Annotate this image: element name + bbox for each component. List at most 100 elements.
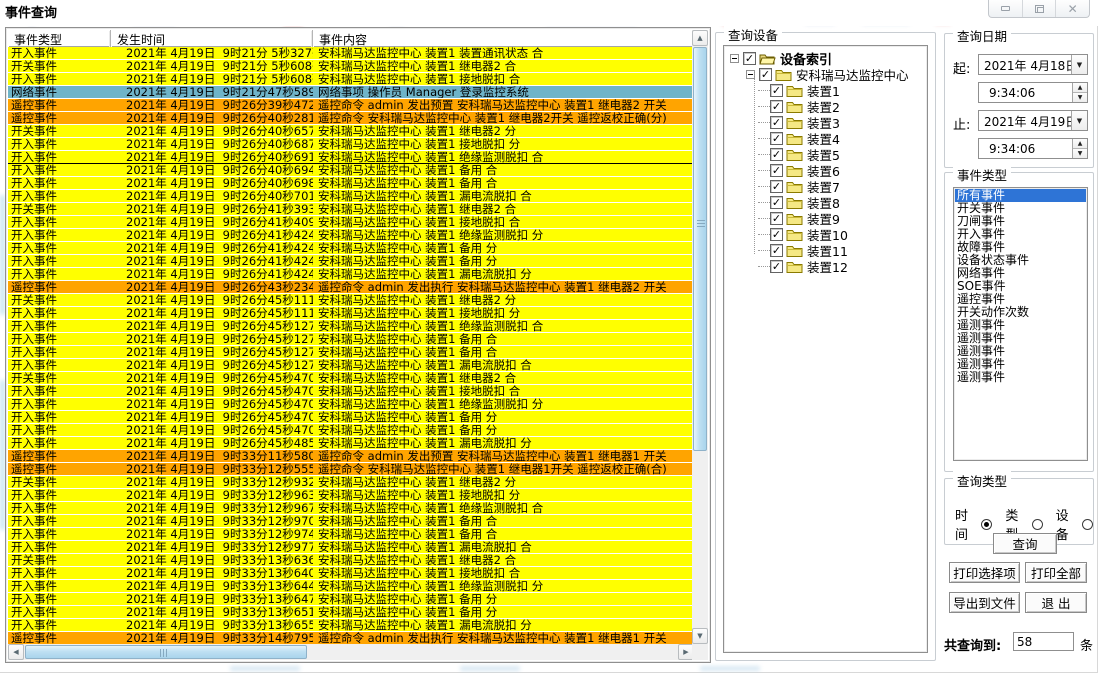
spin-up-icon[interactable]: ▲ (1073, 83, 1087, 93)
table-row[interactable]: 开入事件2021年 4月19日 9时26分41秒424毫秒安科瑞马达监控中心 装… (8, 255, 694, 268)
table-row[interactable]: 遥控事件2021年 4月19日 9时33分11秒580毫秒遥控命令 admin … (8, 450, 694, 463)
scroll-up-button[interactable]: ▲ (692, 30, 708, 46)
tree-node-label[interactable]: 装置12 (807, 257, 848, 276)
tree-checkbox[interactable]: ✓ (770, 148, 783, 161)
table-row[interactable]: 开入事件2021年 4月19日 9时26分45秒470毫秒安科瑞马达监控中心 装… (8, 411, 694, 424)
chevron-down-icon[interactable]: ▼ (1071, 55, 1087, 74)
event-content-cell: 安科瑞马达监控中心 装置1 漏电流脱扣 合 (313, 541, 694, 553)
tree-checkbox[interactable]: ✓ (770, 244, 783, 257)
spin-down-icon[interactable]: ▼ (1073, 93, 1087, 102)
tree-checkbox[interactable]: ✓ (770, 84, 783, 97)
table-row[interactable]: 网络事件2021年 4月19日 9时21分47秒589毫秒网络事项 操作员 Ma… (8, 86, 694, 99)
tree-expander-icon[interactable] (730, 54, 739, 63)
tree-checkbox[interactable]: ✓ (770, 164, 783, 177)
table-row[interactable]: 开入事件2021年 4月19日 9时26分45秒127毫秒安科瑞马达监控中心 装… (8, 346, 694, 359)
table-row[interactable]: 开入事件2021年 4月19日 9时26分41秒409毫秒安科瑞马达监控中心 装… (8, 216, 694, 229)
minimize-button[interactable] (989, 0, 1023, 17)
spin-down-icon[interactable]: ▼ (1073, 149, 1087, 158)
horizontal-scrollbar-thumb[interactable] (25, 645, 307, 659)
tree-checkbox[interactable]: ✓ (770, 228, 783, 241)
table-row[interactable]: 开入事件2021年 4月19日 9时33分12秒970毫秒安科瑞马达监控中心 装… (8, 515, 694, 528)
table-row[interactable]: 开入事件2021年 4月19日 9时26分41秒424毫秒安科瑞马达监控中心 装… (8, 268, 694, 281)
close-button[interactable]: ✕ (1056, 0, 1089, 17)
table-row[interactable]: 开入事件2021年 4月19日 9时26分45秒470毫秒安科瑞马达监控中心 装… (8, 424, 694, 437)
query-type-option-3[interactable]: 设备 (1056, 505, 1093, 543)
table-row[interactable]: 开关事件2021年 4月19日 9时26分41秒393毫秒安科瑞马达监控中心 装… (8, 203, 694, 216)
table-row[interactable]: 开关事件2021年 4月19日 9时33分13秒636毫秒安科瑞马达监控中心 装… (8, 554, 694, 567)
table-row[interactable]: 开入事件2021年 4月19日 9时33分12秒967毫秒安科瑞马达监控中心 装… (8, 502, 694, 515)
table-row[interactable]: 开入事件2021年 4月19日 9时26分40秒701毫秒安科瑞马达监控中心 装… (8, 190, 694, 203)
event-time-cell: 2021年 4月19日 9时26分40秒694毫秒 (111, 164, 313, 176)
event-content-cell: 安科瑞马达监控中心 装置1 漏电流脱扣 分 (313, 619, 694, 631)
table-row[interactable]: 开关事件2021年 4月19日 9时26分45秒470毫秒安科瑞马达监控中心 装… (8, 372, 694, 385)
table-row[interactable]: 开关事件2021年 4月19日 9时33分12秒932毫秒安科瑞马达监控中心 装… (8, 476, 694, 489)
table-row[interactable]: 开入事件2021年 4月19日 9时33分13秒644毫秒安科瑞马达监控中心 装… (8, 580, 694, 593)
exit-button[interactable]: 退 出 (1025, 592, 1087, 613)
table-row[interactable]: 开入事件2021年 4月19日 9时26分41秒424毫秒安科瑞马达监控中心 装… (8, 242, 694, 255)
tree-checkbox[interactable]: ✓ (770, 260, 783, 273)
table-row[interactable]: 开入事件2021年 4月19日 9时26分45秒127毫秒安科瑞马达监控中心 装… (8, 320, 694, 333)
result-count-field[interactable]: 58 (1013, 632, 1074, 651)
table-row[interactable]: 开入事件2021年 4月19日 9时33分13秒647毫秒安科瑞马达监控中心 装… (8, 593, 694, 606)
radio-button[interactable] (1082, 519, 1093, 530)
table-row[interactable]: 开入事件2021年 4月19日 9时26分45秒470毫秒安科瑞马达监控中心 装… (8, 398, 694, 411)
scroll-left-button[interactable]: ◀ (8, 644, 24, 660)
table-row[interactable]: 开关事件2021年 4月19日 9时21分 5秒608毫秒安科瑞马达监控中心 装… (8, 60, 694, 73)
table-row[interactable]: 开入事件2021年 4月19日 9时26分40秒687毫秒安科瑞马达监控中心 装… (8, 138, 694, 151)
table-row[interactable]: 遥控事件2021年 4月19日 9时26分43秒234毫秒遥控命令 admin … (8, 281, 694, 294)
table-row[interactable]: 开入事件2021年 4月19日 9时21分 5秒327毫秒安科瑞马达监控中心 装… (8, 47, 694, 60)
table-row[interactable]: 开入事件2021年 4月19日 9时33分12秒974毫秒安科瑞马达监控中心 装… (8, 528, 694, 541)
column-header-3[interactable]: 事件内容 (313, 30, 708, 47)
table-row[interactable]: 开入事件2021年 4月19日 9时33分13秒655毫秒安科瑞马达监控中心 装… (8, 619, 694, 632)
tree-checkbox[interactable]: ✓ (770, 196, 783, 209)
table-row[interactable]: 遥控事件2021年 4月19日 9时33分14秒795毫秒遥控命令 admin … (8, 632, 694, 644)
maximize-button[interactable] (1023, 0, 1057, 17)
chevron-down-icon[interactable]: ▼ (1071, 111, 1087, 130)
table-row[interactable]: 遥控事件2021年 4月19日 9时26分39秒472毫秒遥控命令 admin … (8, 99, 694, 112)
table-row[interactable]: 开入事件2021年 4月19日 9时26分45秒485毫秒安科瑞马达监控中心 装… (8, 437, 694, 450)
tree-checkbox[interactable]: ✓ (770, 116, 783, 129)
column-header-1[interactable]: 事件类型 (8, 30, 111, 47)
table-row[interactable]: 开入事件2021年 4月19日 9时33分12秒963毫秒安科瑞马达监控中心 装… (8, 489, 694, 502)
print-selected-button[interactable]: 打印选择项 (949, 562, 1020, 583)
query-type-option-1[interactable]: 时间 (955, 505, 992, 543)
print-all-button[interactable]: 打印全部 (1025, 562, 1087, 583)
tree-checkbox[interactable]: ✓ (770, 212, 783, 225)
tree-checkbox[interactable]: ✓ (759, 68, 772, 81)
radio-button[interactable] (981, 519, 992, 530)
table-row[interactable]: 开入事件2021年 4月19日 9时33分12秒977毫秒安科瑞马达监控中心 装… (8, 541, 694, 554)
end-date-select[interactable]: 2021年 4月19日 ▼ (978, 110, 1088, 131)
end-time-input[interactable]: 9:34:06 ▲▼ (978, 138, 1088, 159)
table-row[interactable]: 开关事件2021年 4月19日 9时26分45秒111毫秒安科瑞马达监控中心 装… (8, 294, 694, 307)
table-row[interactable]: 开入事件2021年 4月19日 9时26分45秒127毫秒安科瑞马达监控中心 装… (8, 333, 694, 346)
table-row[interactable]: 开入事件2021年 4月19日 9时26分40秒691毫秒安科瑞马达监控中心 装… (8, 151, 694, 164)
table-row[interactable]: 开入事件2021年 4月19日 9时26分40秒698毫秒安科瑞马达监控中心 装… (8, 177, 694, 190)
scroll-down-button[interactable]: ▼ (692, 628, 708, 644)
table-row[interactable]: 开入事件2021年 4月19日 9时26分45秒111毫秒安科瑞马达监控中心 装… (8, 307, 694, 320)
column-header-2[interactable]: 发生时间 (111, 30, 313, 47)
horizontal-scrollbar[interactable]: ◀ ▶ (8, 644, 694, 660)
query-button[interactable]: 查询 (993, 533, 1057, 554)
export-to-file-button[interactable]: 导出到文件 (949, 592, 1020, 613)
table-row[interactable]: 开关事件2021年 4月19日 9时26分40秒657毫秒安科瑞马达监控中心 装… (8, 125, 694, 138)
spin-up-icon[interactable]: ▲ (1073, 139, 1087, 149)
table-row[interactable]: 开入事件2021年 4月19日 9时26分40秒694毫秒安科瑞马达监控中心 装… (8, 164, 694, 177)
tree-checkbox[interactable]: ✓ (770, 100, 783, 113)
vertical-scrollbar[interactable]: ▲ ▼ (692, 30, 708, 644)
table-row[interactable]: 开入事件2021年 4月19日 9时21分 5秒608毫秒安科瑞马达监控中心 装… (8, 73, 694, 86)
table-row[interactable]: 开入事件2021年 4月19日 9时26分41秒424毫秒安科瑞马达监控中心 装… (8, 229, 694, 242)
table-row[interactable]: 遥控事件2021年 4月19日 9时33分12秒555毫秒遥控命令 安科瑞马达监… (8, 463, 694, 476)
table-row[interactable]: 开入事件2021年 4月19日 9时33分13秒651毫秒安科瑞马达监控中心 装… (8, 606, 694, 619)
event-type-option[interactable]: 遥测事件 (955, 371, 1086, 384)
table-row[interactable]: 开入事件2021年 4月19日 9时26分45秒127毫秒安科瑞马达监控中心 装… (8, 359, 694, 372)
radio-button[interactable] (1032, 519, 1043, 530)
start-date-select[interactable]: 2021年 4月18日 ▼ (978, 54, 1088, 75)
vertical-scrollbar-thumb[interactable] (693, 47, 707, 451)
tree-checkbox[interactable]: ✓ (770, 132, 783, 145)
tree-checkbox[interactable]: ✓ (770, 180, 783, 193)
table-row[interactable]: 开入事件2021年 4月19日 9时33分13秒640毫秒安科瑞马达监控中心 装… (8, 567, 694, 580)
tree-checkbox[interactable]: ✓ (743, 52, 756, 65)
table-row[interactable]: 开入事件2021年 4月19日 9时26分45秒470毫秒安科瑞马达监控中心 装… (8, 385, 694, 398)
table-row[interactable]: 遥控事件2021年 4月19日 9时26分40秒281毫秒遥控命令 安科瑞马达监… (8, 112, 694, 125)
start-time-input[interactable]: 9:34:06 ▲▼ (978, 82, 1088, 103)
